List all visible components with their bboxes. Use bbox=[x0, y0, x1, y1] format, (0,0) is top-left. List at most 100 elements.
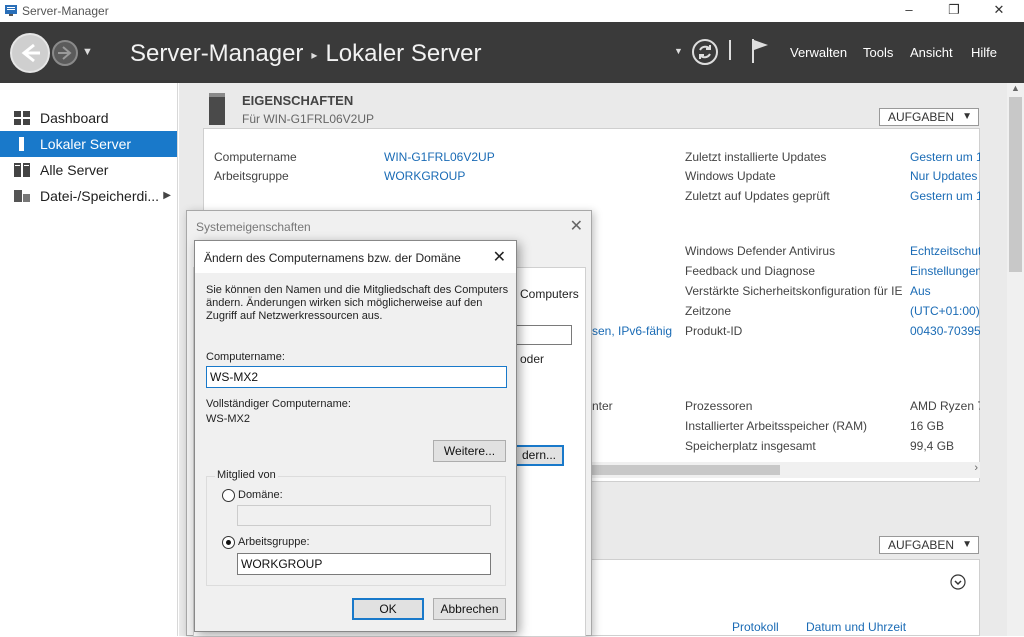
dialog-description: Sie können den Namen und die Mitgliedsch… bbox=[206, 284, 509, 322]
back-arrow-icon bbox=[21, 43, 40, 63]
computername-input[interactable]: WS-MX2 bbox=[206, 366, 507, 388]
prop-value-workgroup[interactable]: WORKGROUP bbox=[384, 169, 465, 183]
scrollbar-thumb[interactable] bbox=[590, 465, 780, 475]
prop-label-defender: Windows Defender Antivirus bbox=[685, 244, 836, 258]
back-button[interactable] bbox=[10, 33, 50, 73]
prop-value-last-updates[interactable]: Gestern um 1 bbox=[910, 150, 980, 164]
workgroup-input[interactable]: WORKGROUP bbox=[237, 553, 491, 575]
dialog-title: Systemeigenschaften bbox=[196, 220, 311, 234]
sidebar: Dashboard Lokaler Server Alle Server Dat… bbox=[0, 83, 178, 636]
prop-value-disk: 99,4 GB bbox=[910, 439, 955, 453]
prop-value-feedback[interactable]: Einstellungen bbox=[910, 264, 980, 278]
prop-value-windows-update[interactable]: Nur Updates bbox=[910, 169, 980, 183]
menu-tools[interactable]: Tools bbox=[863, 45, 893, 60]
domain-radio[interactable] bbox=[222, 489, 235, 502]
storage-icon bbox=[14, 190, 30, 202]
column-header-datum[interactable]: Datum und Uhrzeit bbox=[806, 620, 906, 634]
close-icon[interactable]: ✕ bbox=[570, 216, 583, 236]
menu-verwalten[interactable]: Verwalten bbox=[790, 45, 847, 60]
partial-text: oder bbox=[520, 352, 545, 366]
prop-value-computername[interactable]: WIN-G1FRL06V2UP bbox=[384, 150, 495, 164]
prop-label-disk: Speicherplatz insgesamt bbox=[685, 439, 816, 453]
prop-value-product-id[interactable]: 00430-70395 bbox=[910, 324, 980, 338]
flag-icon[interactable] bbox=[750, 37, 770, 65]
computername-label: Computername: bbox=[206, 351, 285, 363]
column-header-protokoll[interactable]: Protokoll bbox=[732, 620, 779, 634]
minimize-button[interactable]: – bbox=[886, 0, 932, 22]
prop-value-timezone[interactable]: (UTC+01:00) bbox=[910, 304, 980, 318]
prop-label-ram: Installierter Arbeitsspeicher (RAM) bbox=[685, 419, 868, 433]
partial-text: Computers bbox=[520, 287, 579, 301]
sidebar-item-label: Dashboard bbox=[40, 110, 109, 126]
server-icon bbox=[19, 137, 24, 151]
vertical-scrollbar[interactable]: ▲ bbox=[1007, 83, 1024, 636]
workgroup-radio[interactable] bbox=[222, 536, 235, 549]
dialog-titlebar: Ändern des Computernamens bzw. der Domän… bbox=[195, 241, 516, 273]
sidebar-item-local-server[interactable]: Lokaler Server bbox=[0, 131, 177, 157]
maximize-button[interactable]: ❐ bbox=[931, 0, 977, 22]
close-icon[interactable]: ✕ bbox=[493, 247, 506, 267]
prop-label-timezone: Zeitzone bbox=[685, 304, 732, 318]
member-of-group: Mitglied von Domäne: Arbeitsgruppe: WORK… bbox=[206, 469, 506, 586]
prop-value-ipv6-partial[interactable]: sen, IPv6-fähig bbox=[592, 324, 672, 338]
cancel-button[interactable]: Abbrechen bbox=[433, 598, 506, 620]
member-of-legend: Mitglied von bbox=[215, 469, 278, 481]
collapse-chevron-icon[interactable] bbox=[950, 574, 966, 590]
window-title: Server-Manager bbox=[22, 4, 109, 18]
domain-label: Domäne: bbox=[238, 489, 283, 501]
refresh-icon[interactable] bbox=[691, 38, 719, 66]
close-window-button[interactable]: ✕ bbox=[976, 0, 1022, 22]
sidebar-item-file-storage[interactable]: Datei-/Speicherdi... ▶ bbox=[0, 183, 177, 209]
tasks-dropdown-events[interactable]: AUFGABEN ▼ bbox=[879, 536, 979, 554]
toolbar-divider bbox=[729, 40, 731, 60]
tasks-label: AUFGABEN bbox=[888, 110, 955, 124]
expand-arrow-icon[interactable]: ▶ bbox=[163, 183, 171, 209]
domain-input[interactable] bbox=[237, 505, 491, 526]
header-bar: ▼ Server-Manager ▸ Lokaler Server ▼ Verwal… bbox=[0, 22, 1024, 83]
servers-icon bbox=[14, 163, 30, 177]
prop-label-feedback: Feedback und Diagnose bbox=[685, 264, 816, 278]
prop-value-last-checked[interactable]: Gestern um 1 bbox=[910, 189, 980, 203]
scroll-up-icon[interactable]: ▲ bbox=[1011, 83, 1020, 93]
scroll-right-icon[interactable]: › bbox=[974, 462, 978, 474]
tasks-dropdown-properties[interactable]: AUFGABEN ▼ bbox=[879, 108, 979, 126]
dashboard-icon bbox=[14, 111, 30, 125]
scrollbar-thumb[interactable] bbox=[1009, 97, 1022, 272]
horizontal-scrollbar[interactable]: › bbox=[590, 462, 980, 478]
prop-value-ram: 16 GB bbox=[910, 419, 945, 433]
prop-label-windows-update: Windows Update bbox=[685, 169, 776, 183]
prop-label-last-checked: Zuletzt auf Updates geprüft bbox=[685, 189, 830, 203]
prop-label-processors: Prozessoren bbox=[685, 399, 753, 413]
prop-label-workgroup: Arbeitsgruppe bbox=[214, 169, 289, 183]
sidebar-item-label: Datei-/Speicherdi... bbox=[40, 188, 160, 204]
ok-button[interactable]: OK bbox=[352, 598, 424, 620]
fullname-value: WS-MX2 bbox=[206, 413, 250, 425]
window-titlebar: Server-Manager – ❐ ✕ bbox=[0, 0, 1024, 22]
dropdown-arrow-icon: ▼ bbox=[962, 111, 972, 122]
prop-label-product-id: Produkt-ID bbox=[685, 324, 743, 338]
workgroup-label: Arbeitsgruppe: bbox=[238, 536, 310, 548]
prop-label-last-updates: Zuletzt installierte Updates bbox=[685, 150, 827, 164]
tasks-label: AUFGABEN bbox=[888, 538, 955, 552]
forward-arrow-icon bbox=[58, 46, 72, 60]
dropdown-arrow-icon: ▼ bbox=[962, 539, 972, 550]
more-button[interactable]: Weitere... bbox=[433, 440, 506, 462]
server-tower-icon bbox=[209, 93, 225, 125]
prop-label-computername: Computername bbox=[214, 150, 297, 164]
rename-computer-dialog: Ändern des Computernamens bzw. der Domän… bbox=[194, 240, 517, 632]
change-button[interactable]: dern... bbox=[514, 445, 564, 466]
breadcrumb-root[interactable]: Server-Manager bbox=[130, 40, 303, 67]
sidebar-item-all-servers[interactable]: Alle Server bbox=[0, 157, 177, 183]
prop-value-defender[interactable]: Echtzeitschut bbox=[910, 244, 980, 258]
prop-value-processors: AMD Ryzen 7 bbox=[910, 399, 980, 413]
history-dropdown-icon[interactable]: ▼ bbox=[82, 46, 93, 58]
server-manager-app-icon bbox=[5, 5, 17, 16]
sidebar-item-dashboard[interactable]: Dashboard bbox=[0, 105, 177, 131]
prop-value-ie-esc[interactable]: Aus bbox=[910, 284, 931, 298]
forward-button[interactable] bbox=[52, 40, 78, 66]
menu-hilfe[interactable]: Hilfe bbox=[971, 45, 997, 60]
refresh-dropdown-icon[interactable]: ▼ bbox=[674, 46, 683, 56]
properties-subtitle: Für WIN-G1FRL06V2UP bbox=[242, 112, 375, 126]
menu-ansicht[interactable]: Ansicht bbox=[910, 45, 953, 60]
prop-label-center-partial: nter bbox=[592, 399, 613, 413]
